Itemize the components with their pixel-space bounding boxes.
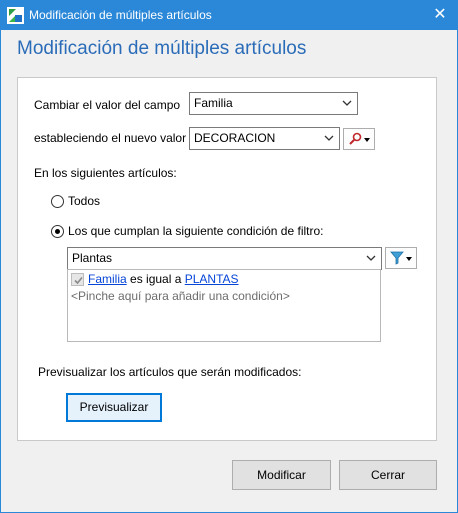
new-value-select-value: DECORACION xyxy=(194,131,276,145)
filter-select-value: Plantas xyxy=(72,251,113,265)
page-title: Modificación de múltiples artículos xyxy=(17,38,307,59)
condition-value-link[interactable]: PLANTAS xyxy=(185,272,239,286)
chevron-down-icon xyxy=(366,255,376,261)
search-icon xyxy=(349,132,362,145)
title-bar[interactable]: Modificación de múltiples artículos ✕ xyxy=(1,1,457,30)
search-button[interactable] xyxy=(343,128,375,150)
check-icon xyxy=(74,276,83,285)
condition-operator: es igual a xyxy=(130,272,182,286)
condition-row: Familia es igual a PLANTAS xyxy=(88,272,239,286)
radio-all-label[interactable]: Todos xyxy=(68,194,100,208)
filter-icon xyxy=(390,251,404,265)
app-icon xyxy=(7,7,24,24)
dropdown-arrow-icon xyxy=(406,257,412,261)
filter-select[interactable]: Plantas xyxy=(67,247,382,270)
close-icon[interactable]: ✕ xyxy=(423,1,457,30)
radio-filter-label[interactable]: Los que cumplan la siguiente condición d… xyxy=(68,224,324,238)
chevron-down-icon xyxy=(342,100,352,106)
field-select[interactable]: Familia xyxy=(189,92,358,115)
options-panel: Cambiar el valor del campo Familia estab… xyxy=(17,77,437,441)
preview-button[interactable]: Previsualizar xyxy=(66,393,162,422)
new-value-select[interactable]: DECORACION xyxy=(189,127,340,150)
new-value-label: estableciendo el nuevo valor xyxy=(34,131,187,145)
condition-checkbox[interactable] xyxy=(71,273,84,286)
preview-label: Previsualizar los artículos que serán mo… xyxy=(38,365,302,379)
articles-label: En los siguientes artículos: xyxy=(34,166,177,180)
dropdown-arrow-icon xyxy=(364,138,370,142)
field-label: Cambiar el valor del campo xyxy=(34,98,181,112)
chevron-down-icon xyxy=(324,135,334,141)
condition-field-link[interactable]: Familia xyxy=(88,272,127,286)
condition-list[interactable]: Familia es igual a PLANTAS <Pinche aquí … xyxy=(67,269,381,342)
window-title: Modificación de múltiples artículos xyxy=(29,8,212,22)
close-button[interactable]: Cerrar xyxy=(339,460,437,490)
modify-button[interactable]: Modificar xyxy=(232,460,331,490)
dialog-window: Modificación de múltiples artículos ✕ Mo… xyxy=(0,0,458,513)
radio-all[interactable] xyxy=(51,195,64,208)
radio-filter-selected-dot xyxy=(55,229,60,234)
filter-button[interactable] xyxy=(385,247,417,269)
field-select-value: Familia xyxy=(194,96,233,110)
add-condition-link[interactable]: <Pinche aquí para añadir una condición> xyxy=(71,289,290,303)
radio-filter[interactable] xyxy=(51,225,64,238)
